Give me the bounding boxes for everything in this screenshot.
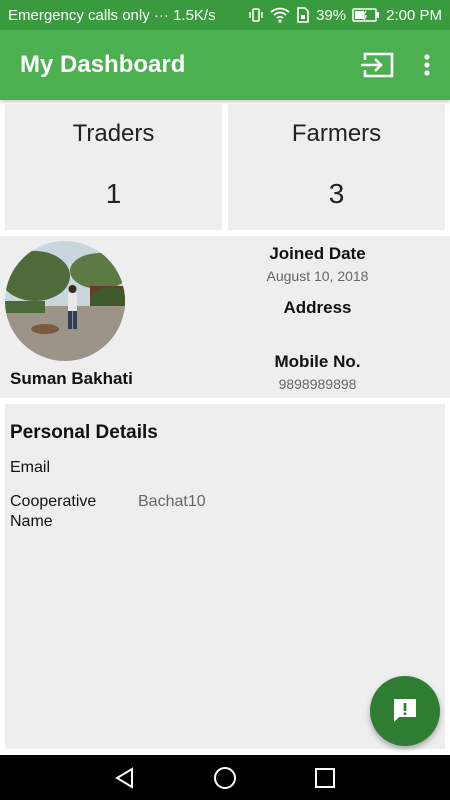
carrier-text: Emergency calls only bbox=[8, 6, 150, 24]
farmers-card[interactable]: Farmers 3 bbox=[228, 104, 445, 230]
feedback-fab[interactable] bbox=[370, 676, 440, 746]
profile-info: Joined Date August 10, 2018 Address Mobi… bbox=[230, 244, 405, 392]
wifi-icon bbox=[270, 7, 290, 23]
stats-row: Traders 1 Farmers 3 bbox=[5, 104, 445, 230]
traders-label: Traders bbox=[72, 120, 155, 147]
profile-name: Suman Bakhati bbox=[10, 369, 133, 388]
traders-card[interactable]: Traders 1 bbox=[5, 104, 222, 230]
status-carrier: Emergency calls only ··· 1.5K/s bbox=[8, 7, 248, 24]
mobile-label: Mobile No. bbox=[274, 352, 361, 371]
recents-icon bbox=[315, 767, 335, 788]
email-row: Email bbox=[10, 458, 440, 478]
home-button[interactable] bbox=[205, 758, 245, 798]
login-button[interactable] bbox=[358, 45, 398, 85]
status-time: 2:00 PM bbox=[386, 6, 442, 24]
status-right: 39% 2:00 PM bbox=[248, 7, 442, 24]
more-options-button[interactable] bbox=[420, 45, 434, 85]
feedback-icon bbox=[394, 699, 416, 722]
status-dots: ··· bbox=[153, 6, 169, 24]
page-title: My Dashboard bbox=[20, 51, 186, 78]
network-speed: 1.5K/s bbox=[173, 6, 216, 24]
sim-icon bbox=[296, 7, 310, 23]
address-label: Address bbox=[283, 298, 352, 317]
back-button[interactable] bbox=[105, 758, 145, 798]
profile-section: Suman Bakhati Joined Date August 10, 201… bbox=[0, 236, 450, 398]
personal-details-title: Personal Details bbox=[10, 422, 158, 443]
cooperative-label: Cooperative Name bbox=[10, 493, 97, 530]
more-vert-icon bbox=[424, 54, 430, 76]
vibrate-icon bbox=[248, 7, 264, 23]
battery-icon bbox=[352, 8, 380, 22]
joined-date-label: Joined Date bbox=[269, 244, 366, 263]
login-icon bbox=[361, 52, 394, 78]
app-bar: My Dashboard bbox=[0, 30, 450, 100]
battery-percent: 39% bbox=[316, 6, 347, 24]
joined-date-value: August 10, 2018 bbox=[266, 268, 369, 284]
farmers-label: Farmers bbox=[291, 120, 382, 147]
status-bar: Emergency calls only ··· 1.5K/s 39% 2:00… bbox=[0, 0, 450, 30]
back-icon bbox=[115, 766, 133, 789]
system-nav-bar bbox=[0, 755, 450, 800]
cooperative-value: Bachat10 bbox=[138, 493, 206, 510]
traders-count: 1 bbox=[105, 178, 122, 209]
avatar bbox=[5, 241, 125, 361]
address-value bbox=[230, 322, 405, 352]
recents-button[interactable] bbox=[305, 758, 345, 798]
cooperative-row: Cooperative Name Bachat10 bbox=[10, 492, 440, 532]
farmers-count: 3 bbox=[328, 178, 345, 209]
email-label: Email bbox=[10, 459, 51, 476]
mobile-value: 9898989898 bbox=[278, 376, 357, 392]
home-icon bbox=[214, 766, 236, 789]
